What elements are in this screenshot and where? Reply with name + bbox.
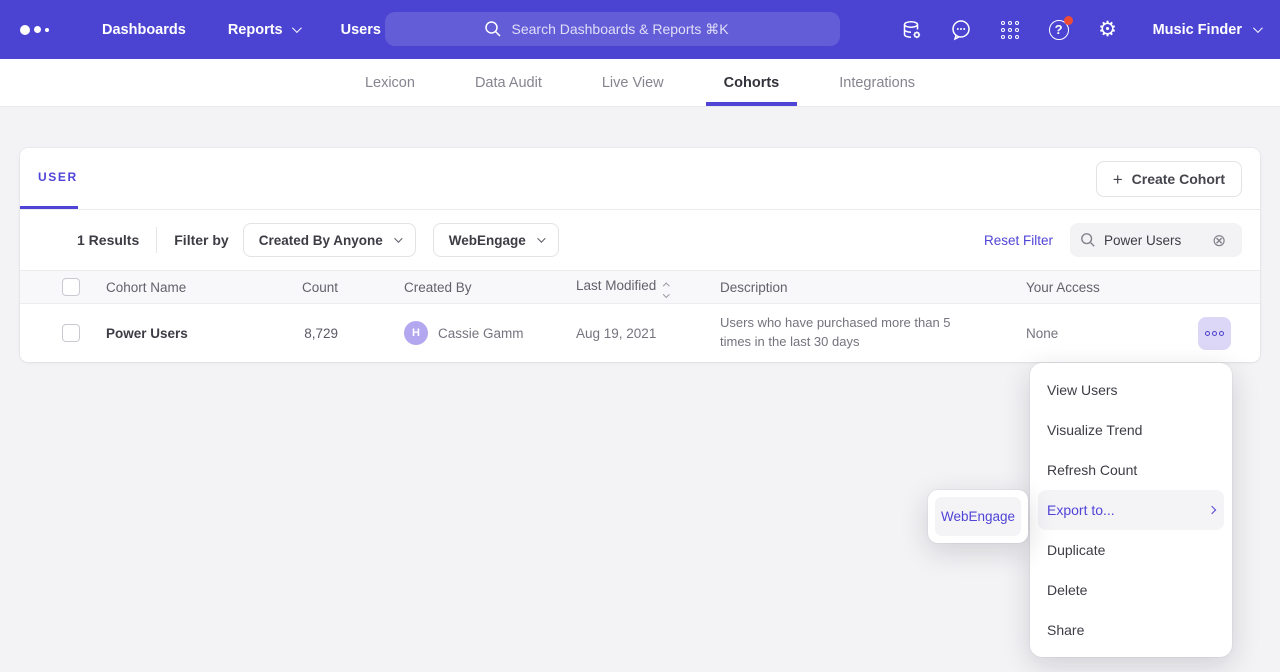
cohort-count: 8,729 <box>252 326 362 341</box>
settings-gear-icon[interactable]: ⚙ <box>1096 18 1120 42</box>
source-filter-value: WebEngage <box>449 233 526 248</box>
cohort-creator-cell: H Cassie Gamm <box>362 321 576 345</box>
last-modified-label: Last Modified <box>576 278 656 293</box>
menu-item-visualize-trend[interactable]: Visualize Trend <box>1030 410 1232 450</box>
row-checkbox-cell <box>20 324 82 342</box>
row-actions-cell <box>1198 317 1260 350</box>
create-cohort-button[interactable]: + Create Cohort <box>1096 161 1242 197</box>
last-modified-date: Aug 19, 2021 <box>576 326 720 341</box>
nav-item-dashboards[interactable]: Dashboards <box>102 22 186 38</box>
clear-search-icon[interactable]: ⊗ <box>1212 232 1226 249</box>
column-header-last-modified[interactable]: Last Modified <box>576 278 720 297</box>
tab-live-view[interactable]: Live View <box>584 59 682 106</box>
sort-icon[interactable] <box>664 284 669 296</box>
nav-item-label: Dashboards <box>102 22 186 38</box>
column-header-created-by[interactable]: Created By <box>362 280 576 295</box>
create-cohort-label: Create Cohort <box>1132 171 1225 187</box>
select-all-checkbox[interactable] <box>62 278 80 296</box>
section-tabs: Lexicon Data Audit Live View Cohorts Int… <box>0 59 1280 106</box>
project-selector[interactable]: Music Finder <box>1153 22 1260 38</box>
chevron-down-icon <box>1253 23 1263 33</box>
menu-item-share[interactable]: Share <box>1030 610 1232 650</box>
feedback-chat-icon-glyph <box>949 18 973 42</box>
menu-item-refresh-count[interactable]: Refresh Count <box>1030 450 1232 490</box>
project-name: Music Finder <box>1153 22 1242 38</box>
mixpanel-logo-icon[interactable] <box>20 25 70 35</box>
row-checkbox[interactable] <box>62 324 80 342</box>
creator-name: Cassie Gamm <box>438 326 524 341</box>
cohort-search-input[interactable] <box>1104 233 1204 248</box>
column-header-name[interactable]: Cohort Name <box>82 280 252 295</box>
chevron-down-icon <box>394 234 402 242</box>
created-by-filter-value: Created By Anyone <box>259 233 383 248</box>
top-nav-links: Dashboards Reports Users <box>102 22 381 38</box>
tab-user-label: USER <box>20 170 78 184</box>
top-nav-bar: Dashboards Reports Users <box>0 0 1280 59</box>
cohort-description: Users who have purchased more than 5 tim… <box>720 314 982 352</box>
global-search-input[interactable] <box>512 21 742 37</box>
nav-item-reports[interactable]: Reports <box>228 22 299 38</box>
filter-toolbar: 1 Results Filter by Created By Anyone We… <box>20 210 1260 270</box>
plus-icon: + <box>1113 171 1123 188</box>
feedback-chat-icon[interactable] <box>949 18 973 42</box>
apps-grid-icon[interactable] <box>998 18 1022 42</box>
data-management-icon[interactable] <box>900 18 924 42</box>
divider <box>156 227 157 253</box>
column-header-description[interactable]: Description <box>720 280 1006 295</box>
menu-item-delete[interactable]: Delete <box>1030 570 1232 610</box>
dot-icon <box>1212 331 1217 336</box>
created-by-filter-dropdown[interactable]: Created By Anyone <box>243 223 416 257</box>
tab-data-audit[interactable]: Data Audit <box>457 59 560 106</box>
export-submenu: WebEngage <box>928 490 1028 543</box>
access-level: None <box>1006 326 1198 341</box>
dot-icon <box>1205 331 1210 336</box>
column-header-access[interactable]: Your Access <box>1006 280 1198 295</box>
top-nav-right-icons: ? ⚙ Music Finder <box>900 18 1260 42</box>
table-row[interactable]: Power Users 8,729 H Cassie Gamm Aug 19, … <box>20 304 1260 362</box>
reset-filter-link[interactable]: Reset Filter <box>984 233 1053 248</box>
header-checkbox-cell <box>20 278 82 296</box>
cohort-search-box[interactable]: ⊗ <box>1070 223 1242 257</box>
menu-item-duplicate[interactable]: Duplicate <box>1030 530 1232 570</box>
cohort-type-strip: USER + Create Cohort <box>20 148 1260 210</box>
cohort-name[interactable]: Power Users <box>82 326 252 341</box>
chevron-right-icon <box>1208 506 1216 514</box>
menu-item-view-users[interactable]: View Users <box>1030 370 1232 410</box>
search-icon <box>484 20 502 38</box>
submenu-item-webengage[interactable]: WebEngage <box>935 497 1021 536</box>
nav-item-label: Users <box>341 22 381 38</box>
search-icon <box>1080 232 1096 248</box>
row-context-menu: View Users Visualize Trend Refresh Count… <box>1030 363 1232 657</box>
data-management-icon-glyph <box>900 18 924 42</box>
export-to-label: Export to... <box>1047 502 1115 518</box>
chevron-down-icon <box>537 234 545 242</box>
more-options-button[interactable] <box>1198 317 1231 350</box>
apps-grid-icon-glyph <box>1001 21 1019 39</box>
results-count: 1 Results <box>77 232 139 248</box>
nav-item-label: Reports <box>228 22 283 38</box>
menu-item-export-to[interactable]: Export to... <box>1038 490 1224 530</box>
tab-integrations[interactable]: Integrations <box>821 59 933 106</box>
help-icon[interactable]: ? <box>1047 18 1071 42</box>
tab-lexicon[interactable]: Lexicon <box>347 59 433 106</box>
source-filter-dropdown[interactable]: WebEngage <box>433 223 559 257</box>
dot-icon <box>1219 331 1224 336</box>
avatar: H <box>404 321 428 345</box>
filter-by-label: Filter by <box>174 232 228 248</box>
chevron-down-icon <box>292 23 302 33</box>
notification-badge <box>1064 16 1073 25</box>
gear-icon-glyph: ⚙ <box>1098 19 1117 40</box>
table-header-row: Cohort Name Count Created By Last Modifi… <box>20 270 1260 304</box>
column-header-count[interactable]: Count <box>252 280 362 295</box>
global-search-bar[interactable] <box>385 12 840 46</box>
tab-cohorts[interactable]: Cohorts <box>706 59 798 106</box>
tab-user-cohorts[interactable]: USER <box>20 148 78 209</box>
cohorts-panel: USER + Create Cohort 1 Results Filter by… <box>20 148 1260 362</box>
nav-item-users[interactable]: Users <box>341 22 381 38</box>
